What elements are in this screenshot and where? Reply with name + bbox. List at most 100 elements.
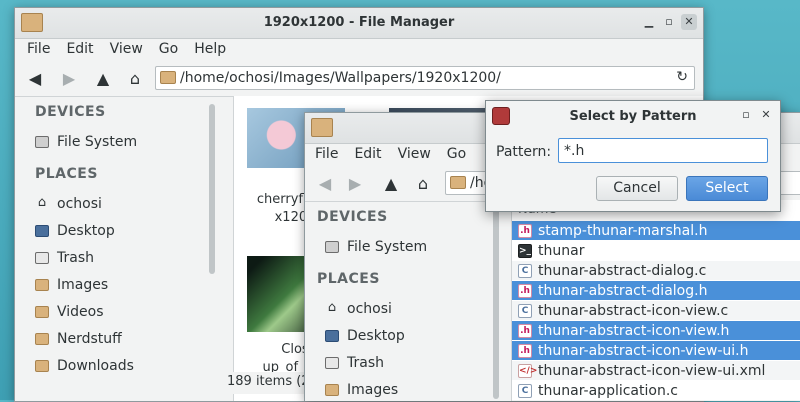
desktop-icon	[325, 330, 339, 342]
window-titlebar[interactable]: 1920x1200 - File Manager ▁ ▫ ✕	[15, 8, 703, 39]
sidebar-item-images[interactable]: Images	[35, 275, 108, 295]
sidebar: DEVICES File System PLACES ⌂ ochosi Desk…	[15, 96, 234, 401]
sidebar-item-label: Images	[347, 382, 399, 398]
c-source-file-icon: C	[518, 383, 532, 398]
back-arrow-icon[interactable]: ◀	[25, 69, 45, 89]
sidebar-item-desktop[interactable]: Desktop	[325, 326, 405, 346]
cancel-button[interactable]: Cancel	[596, 176, 678, 201]
file-name: thunar-abstract-dialog.c	[538, 262, 707, 279]
file-name: thunar-abstract-icon-view.c	[538, 302, 729, 319]
home-icon[interactable]: ⌂	[413, 174, 433, 194]
location-bar[interactable]: /home/ochosi/Images/Wallpapers/1920x1200…	[155, 66, 695, 90]
folder-icon	[35, 279, 49, 291]
menu-file[interactable]: File	[19, 38, 58, 62]
sidebar-item-downloads[interactable]: Downloads	[35, 356, 134, 376]
location-path: /home/ochosi/Images/Wallpapers/1920x1200…	[180, 70, 501, 86]
menu-go[interactable]: Go	[151, 38, 186, 62]
home-icon: ⌂	[327, 300, 337, 315]
sidebar-item-label: Desktop	[347, 328, 405, 344]
menu-file[interactable]: File	[307, 143, 346, 167]
window-title: 1920x1200 - File Manager	[263, 15, 455, 30]
sidebar-item-label: File System	[347, 239, 428, 255]
sidebar-item-desktop[interactable]: Desktop	[35, 221, 115, 241]
sidebar-item-ochosi[interactable]: ⌂ ochosi	[325, 299, 392, 319]
back-arrow-icon[interactable]: ◀	[315, 174, 335, 194]
list-item[interactable]: >_ thunar	[512, 241, 800, 260]
list-item[interactable]: .h stamp-thunar-marshal.h	[512, 221, 800, 240]
sidebar-item-videos[interactable]: Videos	[35, 302, 104, 322]
sidebar-item-label: Desktop	[57, 223, 115, 239]
file-name: stamp-thunar-marshal.h	[538, 222, 708, 239]
menu-view[interactable]: View	[390, 143, 439, 167]
drive-icon	[325, 241, 339, 253]
maximize-icon[interactable]: ▫	[738, 107, 754, 123]
file-list: Name .h stamp-thunar-marshal.h >_ thunar…	[512, 200, 800, 400]
sidebar-item-label: ochosi	[347, 301, 392, 317]
desktop-icon	[35, 225, 49, 237]
list-item[interactable]: C thunar-abstract-icon-view.c	[512, 301, 800, 320]
pattern-input[interactable]	[558, 138, 768, 163]
c-header-file-icon: .h	[518, 343, 532, 358]
sidebar-item-label: Videos	[57, 304, 104, 320]
file-name: thunar-abstract-icon-view-ui.h	[538, 342, 749, 359]
folder-icon	[35, 333, 49, 345]
sidebar-item-label: Trash	[57, 250, 94, 266]
toolbar: ◀ ▶ ▲ ⌂ /home/ochosi/Images/Wallpapers/1…	[15, 62, 703, 97]
folder-icon	[325, 384, 339, 396]
file-name: thunar-abstract-dialog.h	[538, 282, 708, 299]
forward-arrow-icon[interactable]: ▶	[345, 174, 365, 194]
sidebar-item-label: ochosi	[57, 196, 102, 212]
maximize-icon[interactable]: ▫	[661, 14, 677, 30]
sidebar-item-label: Nerdstuff	[57, 331, 122, 347]
pattern-label: Pattern:	[496, 144, 552, 160]
close-icon[interactable]: ✕	[681, 14, 697, 30]
sidebar-item-ochosi[interactable]: ⌂ ochosi	[35, 194, 102, 214]
list-item[interactable]: C thunar-application.c	[512, 381, 800, 400]
sidebar-item-file-system[interactable]: File System	[35, 132, 137, 152]
sidebar-item-nerdstuff[interactable]: Nerdstuff	[35, 329, 122, 349]
menubar: File Edit View Go Help	[19, 38, 703, 62]
sidebar-item-file-system[interactable]: File System	[325, 237, 427, 257]
close-icon[interactable]: ✕	[758, 107, 774, 123]
forward-arrow-icon[interactable]: ▶	[59, 69, 79, 89]
executable-icon: >_	[518, 243, 532, 258]
select-button[interactable]: Select	[686, 176, 768, 201]
trash-icon	[325, 357, 339, 369]
c-header-file-icon: .h	[518, 283, 532, 298]
list-item[interactable]: .h thunar-abstract-icon-view-ui.h	[512, 341, 800, 360]
sidebar-item-label: Trash	[347, 355, 384, 371]
menu-help[interactable]: Help	[186, 38, 234, 62]
menu-edit[interactable]: Edit	[346, 143, 389, 167]
sidebar: DEVICES File System PLACES ⌂ ochosi Desk…	[305, 201, 512, 401]
c-header-file-icon: .h	[518, 223, 532, 238]
dialog-title: Select by Pattern	[569, 109, 697, 124]
minimize-icon[interactable]: ▁	[641, 14, 657, 30]
sidebar-scrollbar[interactable]	[493, 209, 499, 399]
menu-view[interactable]: View	[102, 38, 151, 62]
home-icon: ⌂	[37, 195, 47, 210]
sidebar-item-images[interactable]: Images	[325, 380, 398, 400]
devices-header: DEVICES	[35, 104, 106, 120]
folder-icon	[35, 360, 49, 372]
home-icon[interactable]: ⌂	[125, 69, 145, 89]
menu-go[interactable]: Go	[439, 143, 474, 167]
menu-edit[interactable]: Edit	[58, 38, 101, 62]
list-item[interactable]: </> thunar-abstract-icon-view-ui.xml	[512, 361, 800, 380]
sidebar-scrollbar[interactable]	[209, 104, 215, 274]
sidebar-item-trash[interactable]: Trash	[35, 248, 94, 268]
up-arrow-icon[interactable]: ▲	[381, 174, 401, 194]
up-arrow-icon[interactable]: ▲	[93, 69, 113, 89]
places-header: PLACES	[35, 166, 98, 182]
list-item[interactable]: .h thunar-abstract-dialog.h	[512, 281, 800, 300]
sidebar-item-label: File System	[57, 134, 138, 150]
sidebar-item-trash[interactable]: Trash	[325, 353, 384, 373]
reload-icon[interactable]: ↻	[676, 69, 688, 85]
drive-icon	[35, 136, 49, 148]
file-name: thunar	[538, 242, 585, 259]
sidebar-item-label: Images	[57, 277, 109, 293]
folder-icon	[35, 306, 49, 318]
list-item[interactable]: .h thunar-abstract-icon-view.h	[512, 321, 800, 340]
places-header: PLACES	[317, 271, 380, 287]
list-item[interactable]: C thunar-abstract-dialog.c	[512, 261, 800, 280]
file-name: thunar-abstract-icon-view.h	[538, 322, 730, 339]
